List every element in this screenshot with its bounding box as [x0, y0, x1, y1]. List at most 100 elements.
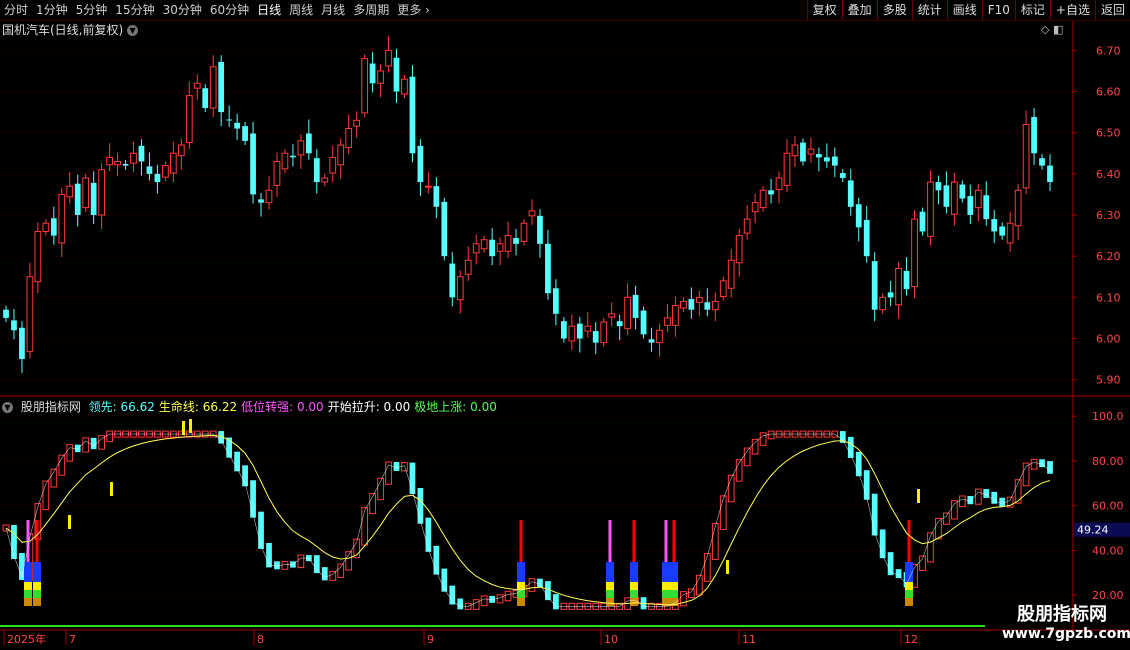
candle-body-down	[433, 186, 440, 207]
candle-body-down	[847, 180, 854, 207]
indicator-bar-up	[1030, 458, 1038, 470]
candle-body-up	[162, 165, 169, 178]
signal-block-yellow	[905, 582, 913, 590]
candle-body-down	[919, 211, 926, 232]
toolbar-button[interactable]: 返回	[1094, 0, 1130, 20]
candle-body-down	[704, 302, 711, 310]
diamond-icon[interactable]: ◇	[1041, 23, 1049, 36]
candle-body-up	[480, 239, 488, 250]
period-tab[interactable]: 1分钟	[36, 3, 68, 17]
indicator-bar-up	[767, 430, 775, 440]
candle-body-up	[504, 235, 512, 252]
signal-block-blue	[630, 562, 638, 582]
candle-body-up	[114, 160, 121, 166]
indicator-bar-down	[393, 462, 400, 471]
toolbar-button[interactable]: F10	[981, 0, 1015, 20]
indicator-bars	[0, 419, 1053, 627]
candle-body-down	[3, 309, 9, 318]
toolbar-button[interactable]: 复权	[806, 0, 842, 20]
chart-canvas[interactable]: 6.70 6.60 6.50 6.40 6.30 6.20 6.10 6.00 5.90 100.…	[0, 0, 1130, 650]
yellow-marker	[189, 419, 192, 433]
candle-body-up	[775, 177, 783, 190]
period-tab[interactable]: 5分钟	[76, 3, 108, 17]
candle-body-down	[154, 173, 161, 183]
period-tab[interactable]: 15分钟	[115, 3, 154, 17]
period-tab[interactable]: 分时	[4, 3, 28, 17]
indicator-bar-up	[281, 560, 289, 570]
candle-body-down	[999, 226, 1006, 236]
indicator-bar-down	[553, 594, 559, 610]
toolbar-button[interactable]: 叠加	[841, 0, 877, 20]
candle-body-up	[664, 317, 671, 326]
candle-body-down	[632, 294, 639, 318]
candle-body-down	[202, 88, 209, 108]
signal-block-green	[670, 590, 678, 598]
chevron-down-icon[interactable]: ▼	[127, 25, 139, 36]
indicator-bar-up	[759, 432, 767, 446]
candle-body-up	[751, 202, 759, 213]
signal-block-green	[905, 590, 913, 598]
signal-block-blue	[662, 562, 670, 582]
candle-body-up	[361, 58, 368, 114]
indicator-bar-down	[417, 488, 424, 524]
period-tab[interactable]: 月线	[321, 3, 345, 17]
signal-block-orange	[630, 598, 638, 606]
candle-body-down	[19, 327, 25, 360]
toolbar-button[interactable]: 标记	[1014, 0, 1050, 20]
toolbar-button[interactable]: 统计	[911, 0, 947, 20]
candle-body-down	[887, 292, 894, 298]
candle-body-up	[735, 235, 743, 264]
candle-body-up	[656, 329, 663, 344]
candle-body-up	[1006, 222, 1014, 244]
yellow-marker	[182, 421, 185, 435]
indicator-tick-label: 60.00	[1092, 500, 1124, 513]
time-tick-label: 2025年	[7, 632, 46, 646]
indicator-legend: ▼ 股朋指标网 领先: 66.62 生命线: 66.22 低位转强: 0.00 开始拉…	[2, 398, 505, 415]
candle-body-down	[831, 156, 838, 166]
indicator-bar-up	[297, 554, 305, 569]
indicator-field: 低位转强: 0.00	[241, 400, 324, 414]
candle-body-up	[353, 119, 361, 127]
candle-body-down	[146, 166, 153, 174]
indicator-bar-up	[337, 563, 345, 578]
indicator-bar-up	[106, 430, 113, 443]
period-tab[interactable]: 60分钟	[210, 3, 249, 17]
toolbar-button[interactable]: 画线	[946, 0, 982, 20]
chevron-down-icon[interactable]: ▼	[2, 402, 13, 413]
indicator-bar-up	[974, 488, 982, 505]
candle-body-down	[1031, 117, 1037, 154]
yellow-marker	[110, 482, 113, 496]
candle-body-up	[297, 140, 305, 156]
indicator-bar-up	[943, 512, 950, 525]
candle-body-down	[903, 270, 910, 290]
price-candles	[3, 36, 1053, 374]
period-tab[interactable]: 周线	[289, 3, 313, 17]
candle-body-up	[273, 160, 281, 186]
candle-body-up	[66, 185, 74, 198]
candle-body-down	[560, 321, 567, 339]
candle-body-up	[345, 128, 353, 148]
candle-body-up	[927, 181, 934, 237]
period-tab[interactable]: 日线	[257, 3, 281, 17]
toolbar-button[interactable]: 多股	[876, 0, 912, 20]
indicator-bar-up	[361, 507, 368, 546]
price-tick-label: 6.60	[1096, 86, 1121, 99]
candle-body-up	[950, 181, 958, 215]
candle-body-down	[305, 133, 312, 154]
candle-body-up	[711, 300, 719, 311]
toolbar-button[interactable]: +自选	[1049, 0, 1095, 20]
period-tab[interactable]: 多周期	[353, 3, 389, 17]
price-tick-label: 6.10	[1096, 291, 1121, 304]
signal-block-blue	[33, 562, 41, 582]
candle-body-up	[680, 300, 687, 309]
indicator-tick-label: 100.0	[1092, 410, 1124, 423]
panel-toggle-icon[interactable]: ◧	[1053, 23, 1063, 36]
candle-body-up	[385, 49, 392, 67]
period-tab[interactable]: 30分钟	[163, 3, 202, 17]
signal-block-yellow	[670, 582, 678, 590]
candle-body-up	[672, 305, 679, 326]
indicator-bar-up	[927, 532, 934, 563]
candle-body-up	[695, 296, 703, 303]
candle-body-up	[425, 185, 432, 188]
more-periods-button[interactable]: 更多 ›	[397, 3, 430, 17]
